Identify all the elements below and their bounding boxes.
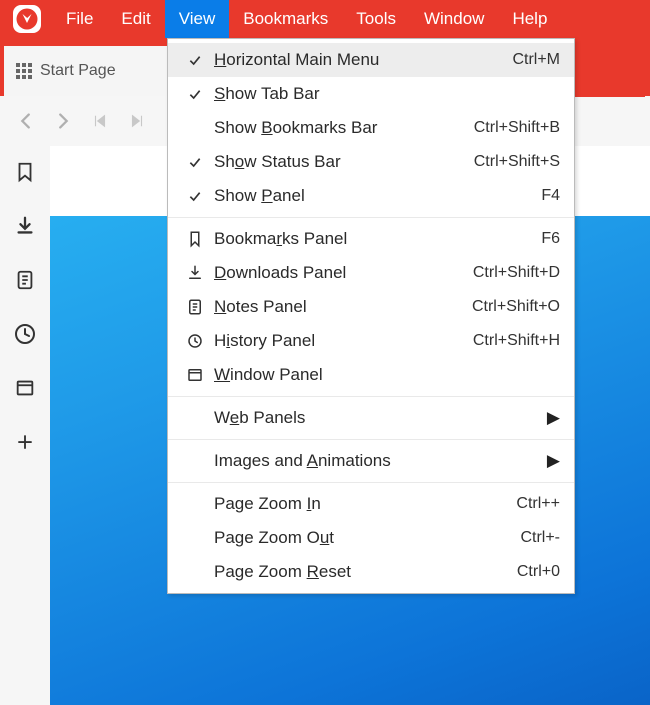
tab-label: Start Page: [40, 62, 116, 80]
side-panel: [0, 146, 50, 705]
panel-bookmarks-button[interactable]: [5, 152, 45, 192]
shortcut-text: F4: [541, 187, 560, 205]
panel-history-button[interactable]: [5, 314, 45, 354]
download-icon: [186, 264, 204, 282]
menu-bookmarks[interactable]: Bookmarks: [229, 0, 342, 38]
menu-separator: [168, 439, 574, 440]
skip-forward-icon: [128, 112, 146, 130]
start-page-icon: [16, 63, 32, 79]
menuitem-page-zoom-out[interactable]: Page Zoom Out Ctrl+-: [168, 521, 574, 555]
chevron-left-icon: [15, 110, 37, 132]
submenu-arrow-icon: ▶: [547, 408, 560, 428]
notes-icon: [14, 269, 36, 291]
panel-add-button[interactable]: [5, 422, 45, 462]
menuitem-images-and-animations[interactable]: Images and Animations ▶: [168, 444, 574, 478]
nav-forward-button[interactable]: [45, 103, 81, 139]
checkmark-icon: [187, 154, 203, 170]
nav-rewind-button[interactable]: [82, 103, 118, 139]
menu-separator: [168, 396, 574, 397]
notes-icon: [186, 298, 204, 316]
panel-window-button[interactable]: [5, 368, 45, 408]
menuitem-show-status-bar[interactable]: Show Status Bar Ctrl+Shift+S: [168, 145, 574, 179]
menuitem-history-panel[interactable]: History Panel Ctrl+Shift+H: [168, 324, 574, 358]
panel-downloads-button[interactable]: [5, 206, 45, 246]
checkmark-icon: [187, 86, 203, 102]
chevron-right-icon: [52, 110, 74, 132]
shortcut-text: Ctrl+Shift+S: [474, 153, 560, 171]
menu-bar: File Edit View Bookmarks Tools Window He…: [0, 0, 650, 38]
nav-back-button[interactable]: [8, 103, 44, 139]
menuitem-window-panel[interactable]: Window Panel: [168, 358, 574, 392]
menuitem-bookmarks-panel[interactable]: Bookmarks Panel F6: [168, 222, 574, 256]
menu-window[interactable]: Window: [410, 0, 498, 38]
checkmark-icon: [187, 188, 203, 204]
shortcut-text: Ctrl++: [516, 495, 560, 513]
window-icon: [186, 366, 204, 384]
clock-icon: [13, 322, 37, 346]
panel-notes-button[interactable]: [5, 260, 45, 300]
menuitem-page-zoom-reset[interactable]: Page Zoom Reset Ctrl+0: [168, 555, 574, 589]
menu-separator: [168, 217, 574, 218]
shortcut-text: Ctrl+Shift+B: [474, 119, 560, 137]
window-icon: [14, 377, 36, 399]
vivaldi-logo[interactable]: [2, 0, 52, 38]
shortcut-text: Ctrl+-: [520, 529, 560, 547]
shortcut-text: Ctrl+0: [517, 563, 560, 581]
menuitem-web-panels[interactable]: Web Panels ▶: [168, 401, 574, 435]
checkmark-icon: [187, 52, 203, 68]
menu-view[interactable]: View: [165, 0, 230, 38]
menuitem-page-zoom-in[interactable]: Page Zoom In Ctrl++: [168, 487, 574, 521]
vivaldi-logo-icon: [12, 4, 42, 34]
shortcut-text: Ctrl+Shift+D: [473, 264, 560, 282]
download-icon: [14, 215, 36, 237]
plus-icon: [16, 433, 34, 451]
menu-file[interactable]: File: [52, 0, 107, 38]
view-menu-dropdown: Horizontal Main Menu Ctrl+M Show Tab Bar…: [167, 38, 575, 594]
shortcut-text: Ctrl+M: [512, 51, 560, 69]
menu-help[interactable]: Help: [498, 0, 561, 38]
menuitem-notes-panel[interactable]: Notes Panel Ctrl+Shift+O: [168, 290, 574, 324]
menuitem-horizontal-main-menu[interactable]: Horizontal Main Menu Ctrl+M: [168, 43, 574, 77]
skip-back-icon: [91, 112, 109, 130]
shortcut-text: Ctrl+Shift+H: [473, 332, 560, 350]
submenu-arrow-icon: ▶: [547, 451, 560, 471]
bookmark-icon: [14, 161, 36, 183]
menu-edit[interactable]: Edit: [107, 0, 164, 38]
bookmark-icon: [186, 230, 204, 248]
shortcut-text: Ctrl+Shift+O: [472, 298, 560, 316]
shortcut-text: F6: [541, 230, 560, 248]
tab-start-page[interactable]: Start Page: [4, 46, 174, 96]
menuitem-show-bookmarks-bar[interactable]: Show Bookmarks Bar Ctrl+Shift+B: [168, 111, 574, 145]
menu-separator: [168, 482, 574, 483]
clock-icon: [186, 332, 204, 350]
menuitem-downloads-panel[interactable]: Downloads Panel Ctrl+Shift+D: [168, 256, 574, 290]
menuitem-show-panel[interactable]: Show Panel F4: [168, 179, 574, 213]
menu-tools[interactable]: Tools: [342, 0, 410, 38]
nav-fastforward-button[interactable]: [119, 103, 155, 139]
menuitem-show-tab-bar[interactable]: Show Tab Bar: [168, 77, 574, 111]
